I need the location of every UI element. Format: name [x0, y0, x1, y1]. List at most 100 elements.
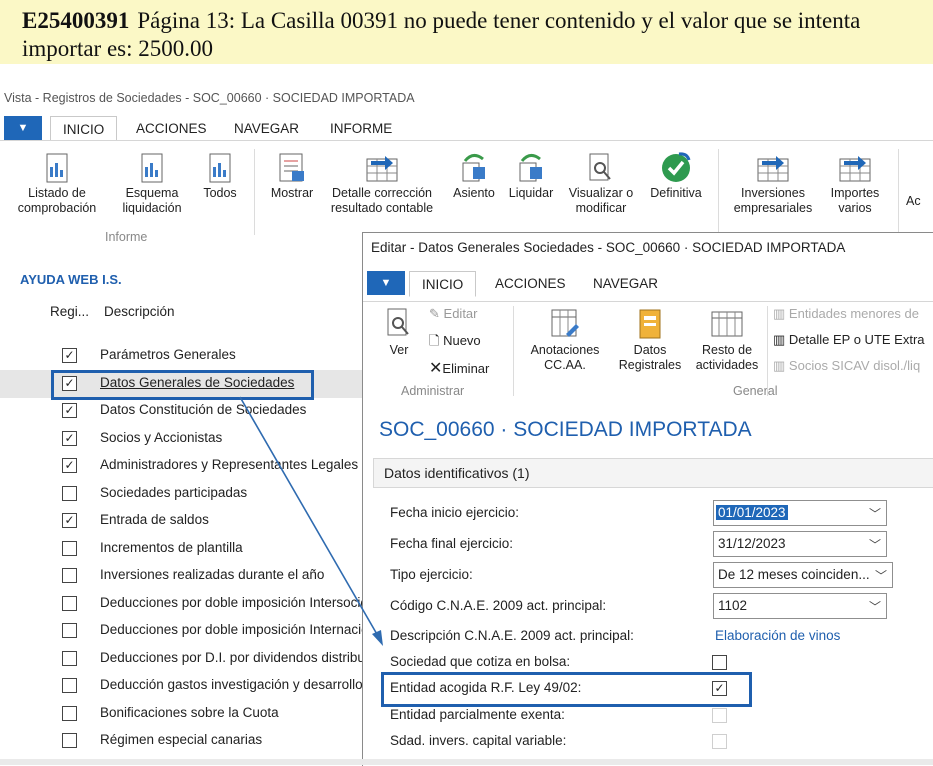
list-item-label: Deducción gastos investigación y desarro… — [100, 677, 362, 692]
list-item-label: Bonificaciones sobre la Cuota — [100, 705, 279, 720]
list-item[interactable]: Sociedades participadas — [0, 480, 362, 508]
checkbox[interactable]: ✓ — [62, 458, 77, 473]
listado-comprobacion-button[interactable]: Listado de comprobación — [14, 153, 100, 216]
visualizar-modificar-button[interactable]: Visualizar o modificar — [560, 153, 642, 216]
todos-button[interactable]: Todos — [198, 153, 242, 201]
fecha-final-field[interactable]: 31/12/2023 ﹀ — [713, 531, 887, 557]
list-item[interactable]: Bonificaciones sobre la Cuota — [0, 700, 362, 728]
list-item[interactable]: Deducciones por D.I. por dividendos dist… — [0, 645, 362, 673]
editar-button[interactable]: ✎ Editar — [429, 306, 478, 322]
list-item[interactable]: Deducción gastos investigación y desarro… — [0, 672, 362, 700]
dialog-tab-inicio[interactable]: INICIO — [409, 271, 477, 297]
inversiones-empresariales-button[interactable]: Inversiones empresariales — [726, 153, 820, 216]
checkbox[interactable] — [62, 623, 77, 638]
cnae-field[interactable]: 1102 ﹀ — [713, 593, 887, 619]
entidades-menores-button[interactable]: ▥ Entidades menores de — [773, 306, 919, 322]
checkbox[interactable] — [62, 651, 77, 666]
report-icon — [209, 153, 231, 183]
detalle-ep-button[interactable]: ▥ Detalle EP o UTE Extra — [773, 332, 925, 348]
ribbon-divider — [767, 306, 768, 396]
list-item-label: Sociedades participadas — [100, 485, 248, 500]
table-edit-icon — [551, 309, 579, 337]
list-item[interactable]: Incrementos de plantilla — [0, 535, 362, 563]
list-item[interactable]: Inversiones realizadas durante el año — [0, 562, 362, 590]
list-item[interactable]: Régimen especial canarias — [0, 727, 362, 755]
checkbox[interactable] — [62, 568, 77, 583]
asiento-button[interactable]: Asiento — [448, 151, 500, 201]
anotaciones-button[interactable]: Anotaciones CC.AA. — [523, 308, 607, 373]
list-item-label: Administradores y Representantes Legales — [100, 457, 359, 472]
list-item-label: Parámetros Generales — [100, 347, 236, 362]
checkbox[interactable] — [62, 486, 77, 501]
tab-navegar[interactable]: NAVEGAR — [234, 116, 299, 140]
error-text: Página 13: La Casilla 00391 no puede ten… — [22, 8, 861, 61]
list-header: Regi... Descripción — [0, 302, 362, 324]
table-arrow-icon — [757, 156, 789, 182]
list-item[interactable]: ✓ Administradores y Representantes Legale… — [0, 452, 362, 480]
main-tab-bar: ▼ INICIO ACCIONES NAVEGAR INFORME — [0, 116, 933, 142]
close-icon: ✕ — [429, 360, 443, 377]
dialog-menu-button[interactable]: ▼ — [367, 271, 405, 295]
cnae-label: Código C.N.A.E. 2009 act. principal: — [390, 598, 607, 613]
row-highlight-box — [51, 370, 314, 400]
ac-button[interactable]: Ac — [906, 194, 932, 209]
checkbox[interactable]: ✓ — [62, 431, 77, 446]
dialog-ribbon: Ver ✎ Editar 🗋 Nuevo ✕Eliminar Administr… — [363, 301, 933, 402]
dialog-tab-navegar[interactable]: NAVEGAR — [593, 271, 658, 295]
list-item[interactable]: Deducciones por doble imposición Interna… — [0, 617, 362, 645]
tab-inicio[interactable]: INICIO — [50, 116, 118, 142]
definitiva-button[interactable]: Definitiva — [644, 151, 708, 201]
importes-varios-button[interactable]: Importes varios — [822, 153, 888, 216]
help-title: AYUDA WEB I.S. — [20, 272, 122, 287]
tab-informe[interactable]: INFORME — [330, 116, 392, 140]
checkbox[interactable] — [62, 733, 77, 748]
checkbox[interactable]: ✓ — [62, 348, 77, 363]
tipo-ejercicio-field[interactable]: De 12 meses coinciden... ﹀ — [713, 562, 893, 588]
chevron-down-icon: ﹀ — [874, 569, 887, 583]
cotiza-bolsa-checkbox[interactable] — [712, 655, 727, 670]
column-header-descripcion[interactable]: Descripción — [104, 304, 175, 319]
checkbox[interactable] — [62, 706, 77, 721]
dialog-tab-acciones[interactable]: ACCIONES — [495, 271, 566, 295]
nuevo-button[interactable]: 🗋 Nuevo — [429, 332, 481, 354]
detalle-correccion-button[interactable]: Detalle corrección resultado contable — [322, 153, 442, 216]
chevron-down-icon: ﹀ — [868, 538, 881, 552]
table-arrow-icon — [366, 156, 398, 182]
eliminar-button[interactable]: ✕Eliminar — [429, 358, 489, 378]
socios-sicav-button[interactable]: ▥ Socios SICAV disol./liq — [773, 358, 920, 374]
grid-icon: ▥ — [773, 358, 786, 373]
ver-button[interactable]: Ver — [383, 308, 415, 358]
liquidar-button[interactable]: Liquidar — [504, 151, 558, 201]
list-item-label: Inversiones realizadas durante el año — [100, 567, 325, 582]
checkbox[interactable] — [62, 541, 77, 556]
datos-registrales-button[interactable]: Datos Registrales — [611, 308, 689, 373]
app-menu-button[interactable]: ▼ — [4, 116, 42, 140]
tab-acciones[interactable]: ACCIONES — [136, 116, 207, 140]
fecha-inicio-field[interactable]: 01/01/2023 ﹀ — [713, 500, 887, 526]
resto-actividades-button[interactable]: Resto de actividades — [691, 308, 763, 373]
list-item[interactable]: ✓ Datos Constitución de Sociedades — [0, 397, 362, 425]
mostrar-button[interactable]: Mostrar — [264, 153, 320, 201]
dialog-title: Editar - Datos Generales Sociedades - SO… — [371, 240, 846, 255]
checkbox[interactable] — [62, 596, 77, 611]
field-highlight-box — [381, 672, 752, 707]
section-header[interactable]: Datos identificativos (1) — [373, 458, 933, 488]
list-item-label: Régimen especial canarias — [100, 732, 263, 747]
parcialmente-exenta-checkbox[interactable] — [712, 708, 727, 723]
esquema-liquidacion-button[interactable]: Esquema liquidación — [114, 153, 190, 216]
status-bar — [0, 759, 933, 765]
list-item[interactable]: Deducciones por doble imposición Interso… — [0, 590, 362, 618]
checkbox[interactable]: ✓ — [62, 513, 77, 528]
checkbox[interactable] — [62, 678, 77, 693]
list-item[interactable]: ✓ Entrada de saldos — [0, 507, 362, 535]
general-group-label: General — [733, 384, 778, 398]
list-item-label: Deducciones por D.I. por dividendos dist… — [100, 650, 362, 665]
checkbox[interactable]: ✓ — [62, 403, 77, 418]
list-item[interactable]: ✓ Socios y Accionistas — [0, 425, 362, 453]
cnae-descripcion-link[interactable]: Elaboración de vinos — [715, 628, 840, 643]
view-document-icon — [387, 308, 409, 336]
sicav-checkbox[interactable] — [712, 734, 727, 749]
list-item[interactable]: ✓ Parámetros Generales — [0, 342, 362, 370]
column-header-registro[interactable]: Regi... — [50, 304, 89, 319]
grid-icon: ▥ — [773, 332, 786, 347]
